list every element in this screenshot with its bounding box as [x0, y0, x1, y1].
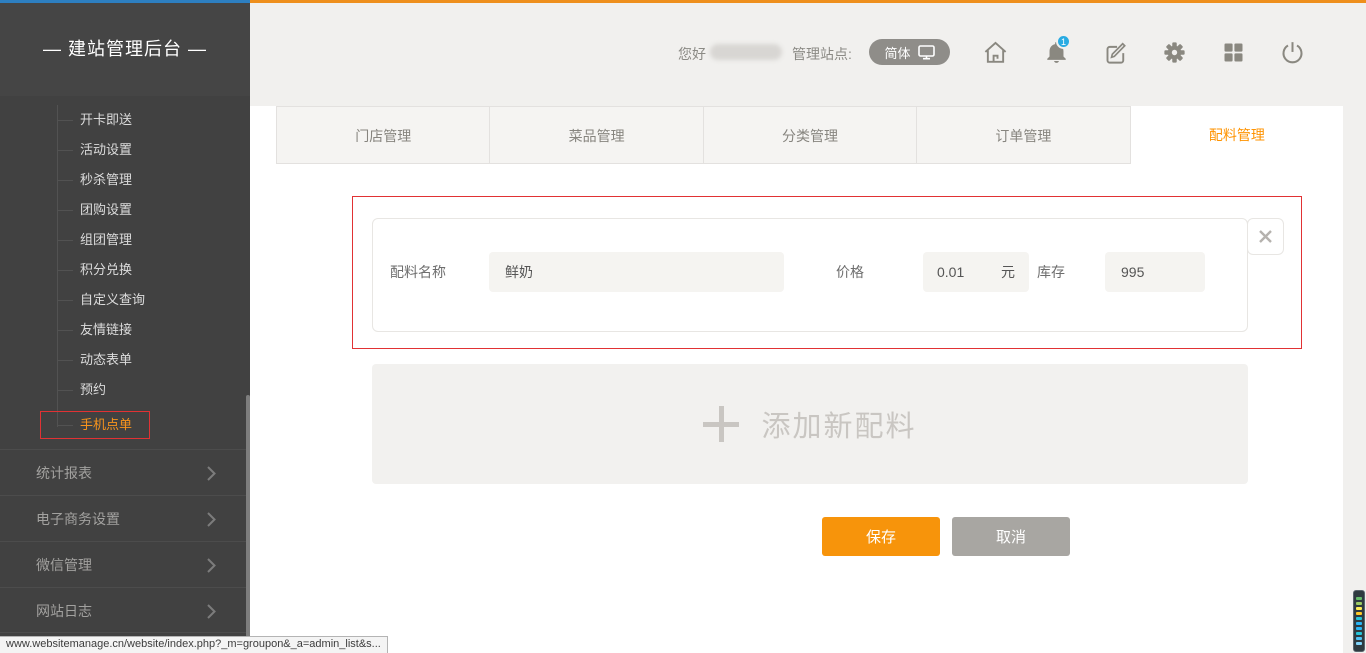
tree-tick: [57, 390, 73, 391]
sidebar-section-wechat[interactable]: 微信管理: [0, 541, 250, 587]
pen-icon[interactable]: [1103, 39, 1130, 66]
tab-bar: 门店管理 菜品管理 分类管理 订单管理 配料管理: [276, 106, 1343, 164]
tree-tick: [57, 330, 73, 331]
sidebar-item-activity-settings[interactable]: 活动设置: [0, 135, 250, 165]
grid-apps-icon[interactable]: [1220, 39, 1247, 66]
sidebar-item-group-management[interactable]: 组团管理: [0, 225, 250, 255]
topbar: 您好 管理站点: 简体 1: [250, 0, 1366, 106]
cancel-button[interactable]: 取消: [952, 517, 1070, 556]
main-panel: 门店管理 菜品管理 分类管理 订单管理 配料管理 配料名称 鲜奶 价格 0.01…: [250, 106, 1343, 653]
tree-tick: [57, 360, 73, 361]
sidebar-item-mobile-ordering[interactable]: 手机点单: [0, 410, 250, 440]
tree-tick: [57, 270, 73, 271]
price-unit: 元: [1001, 252, 1015, 292]
sidebar-section-site-logs[interactable]: 网站日志: [0, 587, 250, 633]
add-new-ingredient-button[interactable]: 添加新配料: [372, 364, 1248, 484]
sidebar-sections: 统计报表 电子商务设置 微信管理 网站日志: [0, 449, 250, 633]
mini-scrollbar-widget[interactable]: [1353, 590, 1365, 652]
gear-icon[interactable]: [1161, 39, 1188, 66]
tree-tick: [57, 240, 73, 241]
save-button[interactable]: 保存: [822, 517, 940, 556]
stock-label: 库存: [1037, 252, 1065, 292]
sidebar-menu: 开卡即送 活动设置 秒杀管理 团购设置 组团管理 积分兑换 自定义查询 友情链接…: [0, 105, 250, 440]
language-site-pill[interactable]: 简体: [869, 39, 950, 65]
remove-ingredient-button[interactable]: [1247, 218, 1284, 255]
sidebar-item-flashsale[interactable]: 秒杀管理: [0, 165, 250, 195]
tree-tick: [57, 300, 73, 301]
sidebar-item-friend-links[interactable]: 友情链接: [0, 315, 250, 345]
add-new-ingredient-label: 添加新配料: [761, 403, 916, 445]
chevron-right-icon: [207, 466, 216, 481]
sidebar-item-groupbuy-settings[interactable]: 团购设置: [0, 195, 250, 225]
price-label: 价格: [836, 252, 864, 292]
chevron-right-icon: [207, 512, 216, 527]
tree-tick: [57, 210, 73, 211]
sidebar-scrollbar[interactable]: [246, 395, 250, 637]
ingredient-name-input[interactable]: 鲜奶: [489, 252, 784, 292]
sidebar-item-custom-query[interactable]: 自定义查询: [0, 285, 250, 315]
language-pill-label: 简体: [884, 43, 910, 62]
close-icon: [1258, 229, 1273, 244]
top-accent-blue: [0, 0, 250, 3]
managed-site-label: 管理站点:: [792, 44, 852, 64]
ingredient-name-label: 配料名称: [390, 252, 446, 292]
tree-tick: [57, 150, 73, 151]
top-accent-orange: [250, 0, 1366, 3]
tab-ingredient-management[interactable]: 配料管理: [1131, 106, 1343, 164]
monitor-icon: [918, 45, 935, 60]
notification-badge: 1: [1056, 34, 1071, 49]
power-icon[interactable]: [1279, 39, 1306, 66]
tab-order-management[interactable]: 订单管理: [917, 106, 1130, 164]
tree-tick: [57, 120, 73, 121]
sidebar: — 建站管理后台 — 开卡即送 活动设置 秒杀管理 团购设置 组团管理 积分兑换…: [0, 0, 250, 653]
greeting-text: 您好: [678, 44, 706, 64]
link-preview-statusbar: www.websitemanage.cn/website/index.php?_…: [0, 636, 388, 653]
sidebar-section-statistics[interactable]: 统计报表: [0, 449, 250, 495]
chevron-right-icon: [207, 604, 216, 619]
sidebar-section-ecommerce[interactable]: 电子商务设置: [0, 495, 250, 541]
app-title: — 建站管理后台 —: [0, 0, 250, 96]
stock-input[interactable]: 995: [1105, 252, 1205, 292]
tab-store-management[interactable]: 门店管理: [276, 106, 490, 164]
sidebar-item-dynamic-forms[interactable]: 动态表单: [0, 345, 250, 375]
tree-tick: [57, 180, 73, 181]
sidebar-item-card-gift[interactable]: 开卡即送: [0, 105, 250, 135]
tab-category-management[interactable]: 分类管理: [704, 106, 917, 164]
plus-icon: [703, 406, 739, 442]
chevron-right-icon: [207, 558, 216, 573]
tab-dish-management[interactable]: 菜品管理: [490, 106, 703, 164]
price-input[interactable]: 0.01 元: [923, 252, 1029, 292]
redacted-username: [710, 44, 782, 60]
sidebar-item-points-exchange[interactable]: 积分兑换: [0, 255, 250, 285]
home-icon[interactable]: [982, 39, 1009, 66]
sidebar-item-reservation[interactable]: 预约: [0, 375, 250, 405]
price-value: 0.01: [937, 252, 964, 292]
